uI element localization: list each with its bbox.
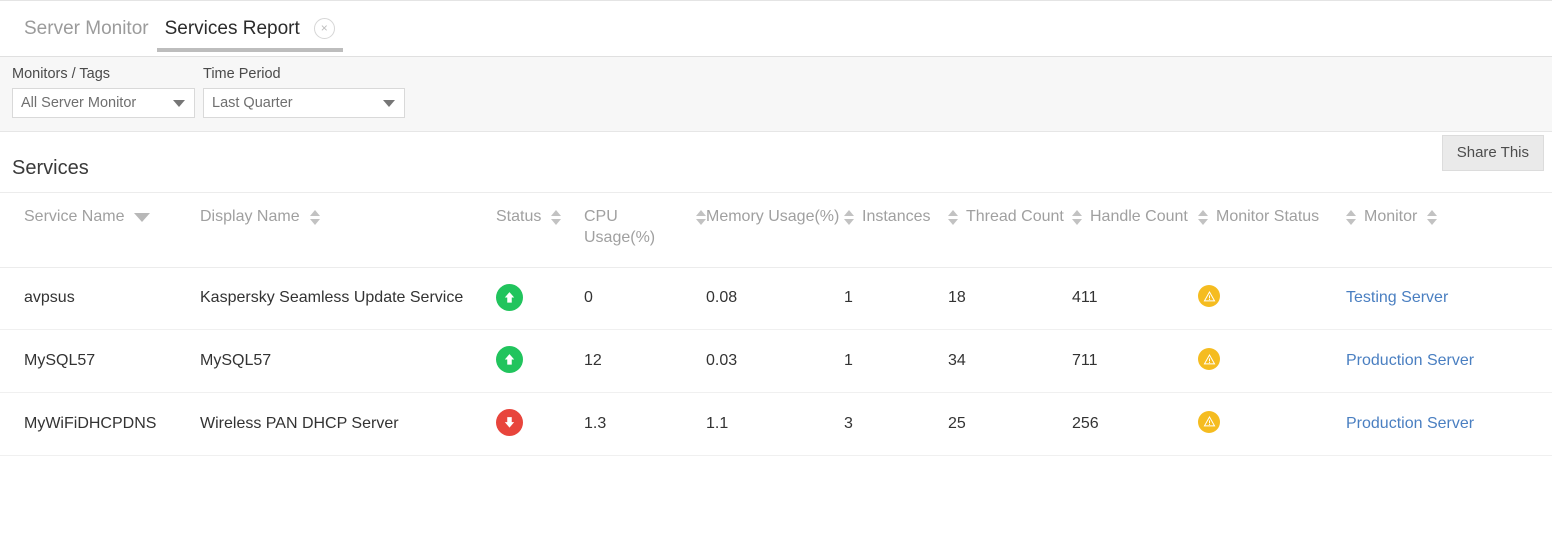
time-period-value: Last Quarter xyxy=(212,95,293,111)
cell-service-name: avpsus xyxy=(0,267,200,330)
column-label: Display Name xyxy=(200,207,300,228)
cell-instances: 1 xyxy=(844,267,948,330)
warning-triangle-icon xyxy=(1198,348,1220,370)
share-this-button[interactable]: Share This xyxy=(1442,135,1544,171)
cell-memory-usage: 0.03 xyxy=(706,330,844,393)
filter-bar: Monitors / Tags All Server Monitor Time … xyxy=(0,57,1552,132)
services-table: Service Name Display Name Status CPU Usa… xyxy=(0,193,1552,456)
time-period-select[interactable]: Last Quarter xyxy=(203,88,405,118)
sort-both-icon[interactable] xyxy=(1427,209,1437,226)
active-tab-indicator xyxy=(157,48,343,52)
cell-display-name: Wireless PAN DHCP Server xyxy=(200,393,496,456)
cell-status xyxy=(496,393,584,456)
cell-service-name: MyWiFiDHCPDNS xyxy=(0,393,200,456)
column-label: Monitor Status xyxy=(1216,207,1319,228)
column-label: Service Name xyxy=(24,207,124,228)
cell-display-name: Kaspersky Seamless Update Service xyxy=(200,267,496,330)
monitor-link[interactable]: Production Server xyxy=(1346,352,1474,369)
column-header-display-name[interactable]: Display Name xyxy=(200,193,496,267)
cell-instances: 3 xyxy=(844,393,948,456)
column-header-instances[interactable]: Instances xyxy=(844,193,948,267)
column-label: Status xyxy=(496,207,541,228)
cell-instances: 1 xyxy=(844,330,948,393)
sort-both-icon[interactable] xyxy=(551,209,561,226)
cell-handle-count: 411 xyxy=(1072,267,1198,330)
cell-thread-count: 18 xyxy=(948,267,1072,330)
chevron-down-icon xyxy=(173,100,185,107)
chevron-down-icon xyxy=(383,100,395,107)
arrow-up-circle-icon xyxy=(496,346,523,373)
tab-services-report[interactable]: Services Report × xyxy=(157,1,343,55)
tab-server-monitor[interactable]: Server Monitor xyxy=(16,1,157,55)
cell-memory-usage: 0.08 xyxy=(706,267,844,330)
column-label: Monitor xyxy=(1364,207,1417,228)
cell-status xyxy=(496,267,584,330)
cell-cpu-usage: 12 xyxy=(584,330,706,393)
cell-handle-count: 711 xyxy=(1072,330,1198,393)
arrow-down-circle-icon xyxy=(496,409,523,436)
cell-thread-count: 25 xyxy=(948,393,1072,456)
table-header-row: Service Name Display Name Status CPU Usa… xyxy=(0,193,1552,267)
cell-memory-usage: 1.1 xyxy=(706,393,844,456)
column-header-memory-usage[interactable]: Memory Usage(%) xyxy=(706,193,844,267)
table-row: MySQL57 MySQL57 12 0.03 1 34 711 Product… xyxy=(0,330,1552,393)
column-label: CPU Usage(%) xyxy=(584,207,686,249)
table-row: avpsus Kaspersky Seamless Update Service… xyxy=(0,267,1552,330)
column-header-status[interactable]: Status xyxy=(496,193,584,267)
sort-both-icon[interactable] xyxy=(1198,209,1208,226)
cell-thread-count: 34 xyxy=(948,330,1072,393)
monitors-tags-label: Monitors / Tags xyxy=(12,67,195,82)
warning-triangle-icon xyxy=(1198,411,1220,433)
cell-service-name: MySQL57 xyxy=(0,330,200,393)
tab-bar: Server Monitor Services Report × xyxy=(0,0,1552,57)
sort-desc-icon[interactable] xyxy=(134,213,150,222)
column-label: Instances xyxy=(862,207,930,228)
tab-label: Server Monitor xyxy=(24,19,149,38)
column-header-monitor-status[interactable]: Monitor Status xyxy=(1198,193,1346,267)
close-icon[interactable]: × xyxy=(314,18,335,39)
monitors-tags-select[interactable]: All Server Monitor xyxy=(12,88,195,118)
cell-monitor-status xyxy=(1198,393,1346,456)
sort-both-icon[interactable] xyxy=(844,209,854,226)
arrow-up-circle-icon xyxy=(496,284,523,311)
sort-both-icon[interactable] xyxy=(1072,209,1082,226)
cell-monitor: Production Server xyxy=(1346,393,1552,456)
cell-cpu-usage: 1.3 xyxy=(584,393,706,456)
column-label: Thread Count xyxy=(966,207,1064,228)
column-header-thread-count[interactable]: Thread Count xyxy=(948,193,1072,267)
tab-label: Services Report xyxy=(165,19,300,38)
table-body: avpsus Kaspersky Seamless Update Service… xyxy=(0,267,1552,455)
cell-handle-count: 256 xyxy=(1072,393,1198,456)
cell-cpu-usage: 0 xyxy=(584,267,706,330)
cell-monitor-status xyxy=(1198,267,1346,330)
table-header: Service Name Display Name Status CPU Usa… xyxy=(0,193,1552,267)
monitors-tags-value: All Server Monitor xyxy=(21,95,136,111)
cell-status xyxy=(496,330,584,393)
column-header-monitor[interactable]: Monitor xyxy=(1346,193,1552,267)
monitor-link[interactable]: Production Server xyxy=(1346,415,1474,432)
cell-monitor: Production Server xyxy=(1346,330,1552,393)
sort-both-icon[interactable] xyxy=(1346,209,1356,226)
column-header-service-name[interactable]: Service Name xyxy=(0,193,200,267)
cell-display-name: MySQL57 xyxy=(200,330,496,393)
warning-triangle-icon xyxy=(1198,285,1220,307)
page-title: Services xyxy=(0,132,1552,193)
column-header-handle-count[interactable]: Handle Count xyxy=(1072,193,1198,267)
column-label: Handle Count xyxy=(1090,207,1188,228)
cell-monitor-status xyxy=(1198,330,1346,393)
column-label: Memory Usage(%) xyxy=(706,207,839,228)
sort-both-icon[interactable] xyxy=(696,209,706,226)
column-header-cpu-usage[interactable]: CPU Usage(%) xyxy=(584,193,706,267)
sort-both-icon[interactable] xyxy=(948,209,958,226)
sort-both-icon[interactable] xyxy=(310,209,320,226)
time-period-filter: Time Period Last Quarter xyxy=(203,67,405,118)
monitor-link[interactable]: Testing Server xyxy=(1346,289,1448,306)
table-row: MyWiFiDHCPDNS Wireless PAN DHCP Server 1… xyxy=(0,393,1552,456)
cell-monitor: Testing Server xyxy=(1346,267,1552,330)
time-period-label: Time Period xyxy=(203,67,405,82)
monitors-tags-filter: Monitors / Tags All Server Monitor xyxy=(12,67,195,118)
